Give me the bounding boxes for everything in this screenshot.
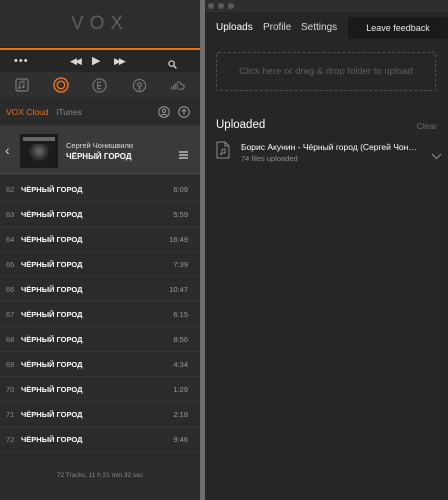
track-list: 62 ЧЁРНЫЙ ГОРОД 6:09 63 ЧЁРНЫЙ ГОРОД 5:59 64… [0, 177, 200, 452]
track-duration: 6:15 [173, 310, 188, 319]
vox-logo: VOX [70, 12, 130, 34]
playback-controls: ••• ◀◀ ▶ ▶▶ [0, 50, 200, 72]
track-number: 71 [6, 410, 15, 419]
dropzone-hint: Click here or drag & drop folder to uplo… [239, 66, 413, 77]
track-row[interactable]: 67 ЧЁРНЫЙ ГОРОД 6:15 [0, 302, 200, 327]
previous-track-icon[interactable]: ◀◀ [70, 50, 82, 72]
track-title: ЧЁРНЫЙ ГОРОД [21, 260, 83, 269]
track-number: 62 [6, 185, 15, 194]
track-duration: 16:49 [169, 235, 188, 244]
more-button[interactable]: ••• [14, 50, 29, 72]
track-duration: 1:29 [173, 385, 188, 394]
album-artist: Сергей Чонишвили [66, 141, 134, 150]
album-header: ‹ Сергей Чонишвили ЧЁРНЫЙ ГОРОД [0, 126, 200, 176]
track-row[interactable]: 64 ЧЁРНЫЙ ГОРОД 16:49 [0, 227, 200, 252]
minimize-window-button[interactable] [218, 3, 224, 9]
tab-itunes[interactable]: iTunes [57, 107, 82, 117]
track-number: 64 [6, 235, 15, 244]
track-row[interactable]: 70 ЧЁРНЫЙ ГОРОД 1:29 [0, 377, 200, 402]
search-icon[interactable] [168, 54, 177, 69]
upload-item-name: Борис Акунин - Чёрный город (Сергей Чони… [241, 142, 419, 152]
tab-uploads[interactable]: Uploads [216, 22, 253, 33]
track-number: 67 [6, 310, 15, 319]
track-row[interactable]: 69 ЧЁРНЫЙ ГОРОД 4:34 [0, 352, 200, 377]
upload-item-status: 74 files uploaded [241, 154, 298, 163]
track-duration: 8:56 [173, 335, 188, 344]
vox-cloud-icon[interactable] [53, 77, 69, 93]
audio-file-icon [216, 141, 230, 164]
next-track-icon[interactable]: ▶▶ [114, 50, 126, 72]
track-row[interactable]: 71 ЧЁРНЫЙ ГОРОД 2:18 [0, 402, 200, 427]
track-title: ЧЁРНЫЙ ГОРОД [21, 210, 83, 219]
track-number: 69 [6, 360, 15, 369]
soundcloud-icon[interactable] [170, 77, 186, 93]
source-selector [0, 72, 200, 98]
tab-profile[interactable]: Profile [263, 22, 291, 33]
screen: VOX ••• ◀◀ ▶ ▶▶ VOX Cloud iTunes ‹ Серге… [0, 0, 448, 500]
tab-actions [158, 105, 190, 123]
uploaded-section-title: Uploaded [216, 119, 266, 131]
track-title: ЧЁРНЫЙ ГОРОД [21, 435, 83, 444]
play-icon[interactable]: ▶ [92, 50, 100, 72]
vox-player-window: VOX ••• ◀◀ ▶ ▶▶ VOX Cloud iTunes ‹ Серге… [0, 0, 200, 500]
track-duration: 6:09 [173, 185, 188, 194]
track-row[interactable]: 72 ЧЁРНЫЙ ГОРОД 9:46 [0, 427, 200, 452]
title-bar [205, 0, 448, 12]
music-library-icon[interactable] [14, 77, 30, 93]
close-window-button[interactable] [208, 3, 214, 9]
track-title: ЧЁРНЫЙ ГОРОД [21, 235, 83, 244]
radio-icon[interactable] [92, 77, 108, 93]
menu-icon[interactable] [179, 146, 188, 164]
track-row[interactable]: 65 ЧЁРНЫЙ ГОРОД 7:39 [0, 252, 200, 277]
track-title: ЧЁРНЫЙ ГОРОД [21, 335, 83, 344]
tab-vox-cloud[interactable]: VOX Cloud [6, 107, 49, 117]
zoom-window-button[interactable] [228, 3, 234, 9]
track-duration: 5:59 [173, 210, 188, 219]
upload-dropzone[interactable]: Click here or drag & drop folder to uplo… [216, 52, 436, 91]
track-number: 72 [6, 435, 15, 444]
track-duration: 2:18 [173, 410, 188, 419]
track-row[interactable]: 63 ЧЁРНЫЙ ГОРОД 5:59 [0, 202, 200, 227]
track-number: 70 [6, 385, 15, 394]
chevron-down-icon[interactable] [431, 147, 442, 165]
track-number: 65 [6, 260, 15, 269]
leave-feedback-button[interactable]: Leave feedback [348, 17, 448, 39]
account-icon[interactable] [158, 105, 170, 123]
track-title: ЧЁРНЫЙ ГОРОД [21, 185, 83, 194]
tab-settings[interactable]: Settings [301, 22, 337, 33]
vox-header: VOX [0, 0, 200, 48]
clear-button[interactable]: Clear [417, 121, 437, 131]
track-title: ЧЁРНЫЙ ГОРОД [21, 310, 83, 319]
track-title: ЧЁРНЫЙ ГОРОД [21, 385, 83, 394]
track-duration: 4:34 [173, 360, 188, 369]
track-duration: 9:46 [173, 435, 188, 444]
track-duration: 10:47 [169, 285, 188, 294]
track-title: ЧЁРНЫЙ ГОРОД [21, 360, 83, 369]
album-title: ЧЁРНЫЙ ГОРОД [66, 152, 132, 161]
library-tabs: VOX Cloud iTunes [0, 98, 200, 126]
album-cover [20, 134, 58, 168]
back-chevron-icon[interactable]: ‹ [5, 142, 10, 158]
track-row[interactable]: 68 ЧЁРНЫЙ ГОРОД 8:56 [0, 327, 200, 352]
track-duration: 7:39 [173, 260, 188, 269]
tracklist-summary: 72 Tracks, 11 h 21 min 32 sec [56, 472, 144, 479]
upload-item[interactable]: Борис Акунин - Чёрный город (Сергей Чони… [212, 136, 444, 168]
upload-icon[interactable] [178, 105, 190, 123]
track-number: 63 [6, 210, 15, 219]
podcast-icon[interactable] [131, 77, 147, 93]
track-row[interactable]: 62 ЧЁРНЫЙ ГОРОД 6:09 [0, 177, 200, 202]
track-row[interactable]: 66 ЧЁРНЫЙ ГОРОД 10:47 [0, 277, 200, 302]
uploader-window: Uploads Profile Settings Leave feedback … [205, 0, 448, 500]
track-title: ЧЁРНЫЙ ГОРОД [21, 410, 83, 419]
track-number: 68 [6, 335, 15, 344]
track-number: 66 [6, 285, 15, 294]
uploader-nav: Uploads Profile Settings Leave feedback [205, 12, 448, 42]
track-title: ЧЁРНЫЙ ГОРОД [21, 285, 83, 294]
